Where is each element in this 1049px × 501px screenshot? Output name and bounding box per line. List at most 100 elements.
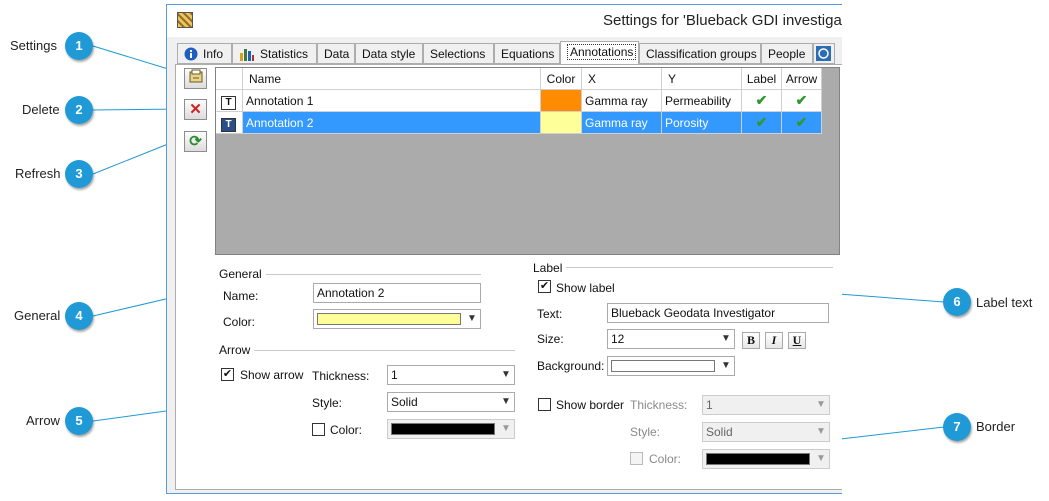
general-group-title: General — [219, 267, 266, 281]
row-x[interactable]: Gamma ray — [582, 90, 662, 112]
callout-badge-3: 3 — [65, 160, 93, 188]
text-annotation-icon: T — [221, 118, 236, 132]
show-arrow-label: Show arrow — [240, 368, 304, 382]
label-group-line — [533, 267, 833, 268]
checkmark-icon: ✔ — [755, 92, 768, 108]
grid-header-arrow[interactable]: Arrow — [782, 68, 822, 90]
grid-header-color[interactable]: Color — [541, 68, 582, 90]
color-swatch — [317, 313, 461, 325]
table-row[interactable]: T Annotation 1 Gamma ray Permeability ✔ … — [216, 90, 823, 112]
tab-scroll-right[interactable] — [813, 43, 835, 64]
chevron-down-icon: ▼ — [816, 426, 826, 437]
border-color-label: Color: — [649, 452, 682, 466]
settings-button[interactable] — [184, 68, 207, 89]
arrow-color-checkbox[interactable] — [312, 423, 325, 436]
tab-data-style[interactable]: Data style — [355, 43, 423, 64]
row-y[interactable]: Porosity — [662, 112, 742, 134]
arrow-color-label: Color: — [330, 423, 363, 437]
size-label: Size: — [537, 332, 564, 346]
grid-header-x[interactable]: X — [582, 68, 662, 90]
row-name[interactable]: Annotation 2 — [243, 112, 541, 134]
background-select[interactable]: ▼ — [607, 356, 735, 376]
arrow-group-line — [219, 350, 515, 351]
row-arrow-check[interactable]: ✔ — [782, 112, 822, 134]
refresh-icon: ⟳ — [189, 133, 202, 150]
size-select[interactable]: 12 ▼ — [607, 329, 735, 349]
annotations-grid: Name Color X Y Label Arrow T Annotation … — [215, 67, 840, 255]
show-border-label: Show border — [556, 398, 625, 412]
border-color-select[interactable]: ▼ — [702, 449, 830, 469]
callout-label-refresh: Refresh — [15, 166, 61, 181]
italic-button[interactable]: I — [765, 332, 783, 349]
grid-header-icon-col — [216, 68, 243, 90]
arrow-color-select[interactable]: ▼ — [387, 419, 515, 439]
grid-header-name[interactable]: Name — [243, 68, 541, 90]
title-bar: Settings for 'Blueback GDI investigat — [167, 5, 842, 37]
color-swatch — [391, 423, 495, 435]
name-input[interactable]: Annotation 2 — [313, 283, 481, 303]
tab-people[interactable]: People — [761, 43, 813, 64]
settings-window: Settings for 'Blueback GDI investigat In… — [166, 4, 842, 494]
tab-equations[interactable]: Equations — [494, 43, 560, 64]
chevron-down-icon: ▼ — [816, 399, 826, 410]
show-arrow-checkbox[interactable]: ✔ — [221, 368, 234, 381]
tab-statistics[interactable]: Statistics — [232, 43, 317, 64]
callout-badge-6: 6 — [943, 288, 971, 316]
tab-classification-groups[interactable]: Classification groups — [639, 43, 761, 64]
row-name[interactable]: Annotation 1 — [243, 90, 541, 112]
color-label: Color: — [223, 315, 256, 329]
checkmark-icon: ✔ — [795, 92, 808, 108]
chevron-down-icon: ▼ — [501, 369, 511, 380]
row-arrow-check[interactable]: ✔ — [782, 90, 822, 112]
tab-data[interactable]: Data — [317, 43, 355, 64]
row-icon-cell: T — [216, 90, 243, 112]
show-border-checkbox[interactable] — [538, 398, 551, 411]
callout-label-delete: Delete — [22, 102, 60, 117]
row-label-check[interactable]: ✔ — [742, 112, 782, 134]
info-icon — [184, 47, 198, 64]
border-color-checkbox[interactable] — [630, 452, 643, 465]
name-label: Name: — [223, 289, 259, 303]
tab-annotations[interactable]: Annotations — [560, 41, 639, 65]
tab-selections[interactable]: Selections — [423, 43, 494, 64]
arrow-thickness-select[interactable]: 1 ▼ — [387, 365, 515, 385]
settings-icon — [188, 69, 204, 88]
refresh-button[interactable]: ⟳ — [184, 131, 207, 152]
color-select[interactable]: ▼ — [313, 309, 481, 329]
delete-x-icon: ✕ — [189, 101, 202, 118]
row-y[interactable]: Permeability — [662, 90, 742, 112]
app-icon — [177, 12, 193, 28]
callout-badge-7: 7 — [943, 413, 971, 441]
callout-label-label-text: Label text — [976, 295, 1033, 310]
color-swatch — [706, 453, 810, 465]
chevron-down-icon: ▼ — [501, 423, 511, 434]
border-style-select[interactable]: Solid ▼ — [702, 422, 830, 442]
background-label: Background: — [537, 359, 605, 373]
row-color-swatch[interactable] — [541, 90, 582, 112]
row-x[interactable]: Gamma ray — [582, 112, 662, 134]
row-icon-cell: T — [216, 112, 243, 134]
callout-label-arrow: Arrow — [26, 413, 60, 428]
bar-chart-icon — [239, 47, 255, 64]
delete-button[interactable]: ✕ — [184, 99, 207, 120]
circle-arrow-icon — [816, 46, 831, 64]
table-row-selected[interactable]: T Annotation 2 Gamma ray Porosity ✔ ✔ — [216, 112, 823, 134]
callout-badge-2: 2 — [65, 96, 93, 124]
grid-header-label[interactable]: Label — [742, 68, 782, 90]
underline-button[interactable]: U — [788, 332, 806, 349]
show-label-label: Show label — [556, 281, 615, 295]
chevron-down-icon: ▼ — [721, 360, 731, 371]
border-style-label: Style: — [630, 425, 661, 439]
show-label-checkbox[interactable]: ✔ — [538, 280, 551, 293]
callout-badge-5: 5 — [65, 407, 93, 435]
row-label-check[interactable]: ✔ — [742, 90, 782, 112]
border-thickness-select[interactable]: 1 ▼ — [702, 395, 830, 415]
tab-info[interactable]: Info — [177, 43, 232, 64]
arrow-style-select[interactable]: Solid ▼ — [387, 392, 515, 412]
bold-button[interactable]: B — [742, 332, 760, 349]
callout-label-settings: Settings — [10, 38, 57, 53]
window-title: Settings for 'Blueback GDI investigat — [603, 12, 842, 29]
grid-header-y[interactable]: Y — [662, 68, 742, 90]
row-color-swatch[interactable] — [541, 112, 582, 134]
label-text-input[interactable]: Blueback Geodata Investigator — [607, 303, 829, 323]
